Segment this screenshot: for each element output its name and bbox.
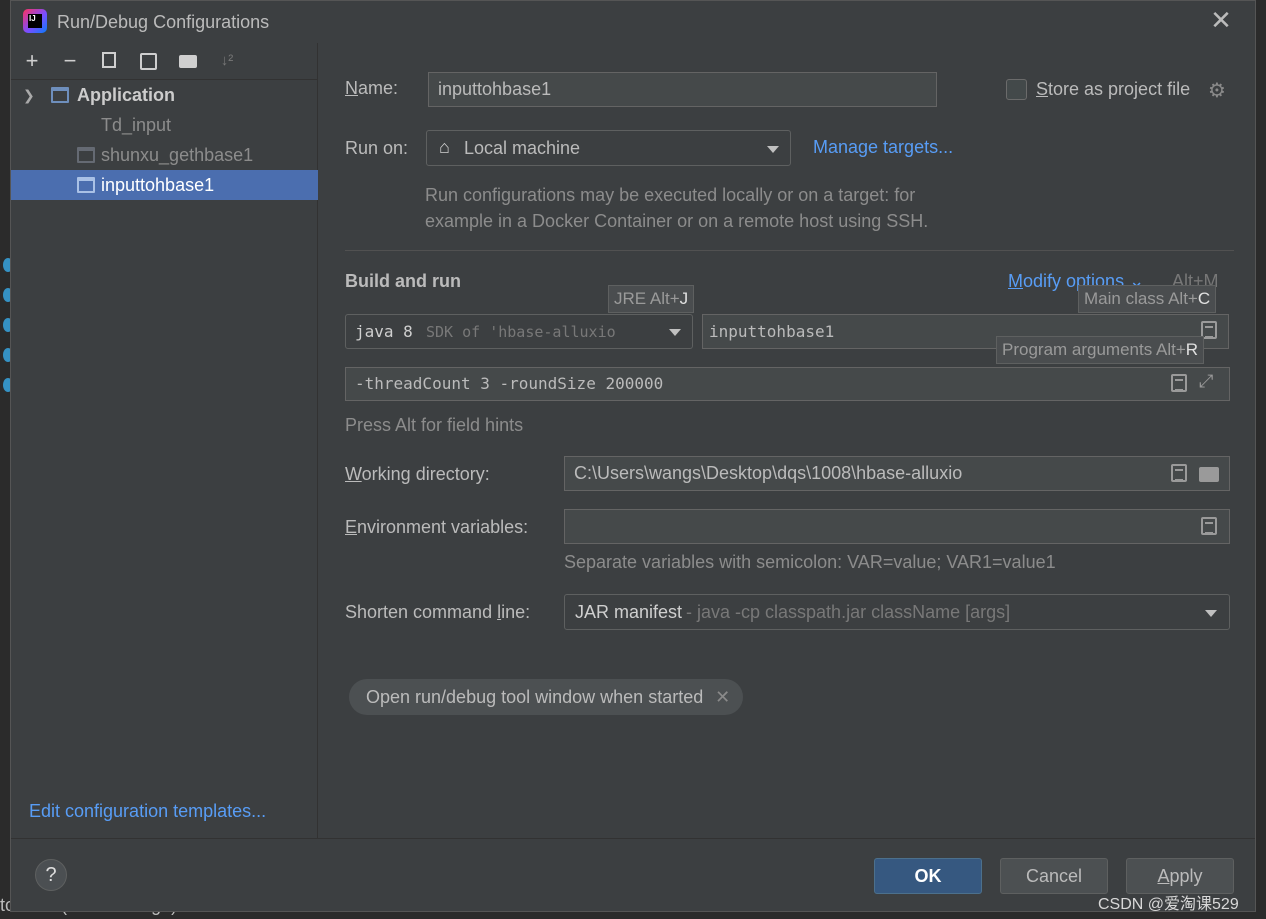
section-divider bbox=[345, 250, 1234, 251]
tree-item-inputtohbase1[interactable]: inputtohbase1 bbox=[11, 170, 318, 200]
open-tool-window-chip[interactable]: Open run/debug tool window when started … bbox=[349, 679, 744, 715]
ok-button[interactable]: OK bbox=[874, 858, 982, 894]
chevron-down-icon bbox=[767, 146, 779, 153]
tree-item-td-input[interactable]: Td_input bbox=[11, 110, 318, 140]
bottom-divider bbox=[11, 838, 1255, 839]
tree-group-application[interactable]: ❯ Application bbox=[11, 80, 318, 110]
folder-icon bbox=[179, 55, 197, 68]
tree-item-label: Td_input bbox=[101, 115, 172, 135]
dialog-titlebar: IJ Run/Debug Configurations ✕ bbox=[11, 1, 1255, 43]
run-on-hint-line1: Run configurations may be executed local… bbox=[425, 185, 916, 205]
press-alt-hint: Press Alt for field hints bbox=[345, 415, 524, 435]
cancel-button[interactable]: Cancel bbox=[1000, 858, 1108, 894]
run-on-select[interactable]: ⌂ Local machine bbox=[426, 130, 791, 166]
tree-item-shunxu-gethbase1[interactable]: shunxu_gethbase1 bbox=[11, 140, 318, 170]
tree-item-label: inputtohbase1 bbox=[101, 175, 215, 195]
folder-icon[interactable] bbox=[1199, 467, 1219, 482]
env-vars-hint: Separate variables with semicolon: VAR=v… bbox=[564, 552, 1056, 572]
shorten-value: JAR manifest bbox=[575, 602, 683, 622]
working-directory-label: Working directory: bbox=[345, 464, 490, 484]
environment-variables-field[interactable] bbox=[564, 509, 1230, 544]
application-icon bbox=[51, 87, 69, 103]
application-icon bbox=[77, 147, 95, 163]
chip-label: Open run/debug tool window when started bbox=[366, 687, 704, 707]
shorten-command-line-label: Shorten command line: bbox=[345, 602, 531, 622]
help-button[interactable]: ? bbox=[35, 859, 67, 891]
remove-configuration-button[interactable]: − bbox=[57, 49, 83, 73]
environment-variables-label: Environment variables: bbox=[345, 517, 529, 537]
build-and-run-title: Build and run bbox=[345, 271, 461, 291]
edit-arguments-icon[interactable] bbox=[1171, 374, 1187, 392]
sort-button[interactable]: ↓² bbox=[214, 49, 240, 73]
chevron-down-icon: ❯ bbox=[23, 87, 35, 103]
home-icon: ⌂ bbox=[439, 137, 450, 157]
save-icon bbox=[140, 53, 157, 70]
jre-detail: SDK of 'hbase-alluxio bbox=[426, 323, 616, 341]
jre-select[interactable]: java 8 SDK of 'hbase-alluxio bbox=[345, 314, 693, 349]
edit-env-vars-icon[interactable] bbox=[1201, 517, 1217, 535]
chevron-down-icon bbox=[1205, 610, 1217, 617]
chevron-down-icon bbox=[669, 329, 681, 336]
run-debug-dialog: IJ Run/Debug Configurations ✕ + − ↓² ❯ A… bbox=[10, 0, 1256, 912]
dialog-title: Run/Debug Configurations bbox=[57, 12, 270, 32]
gear-icon[interactable]: ⚙ bbox=[1208, 78, 1226, 103]
apply-button[interactable]: Apply bbox=[1126, 858, 1234, 894]
add-configuration-button[interactable]: + bbox=[19, 49, 45, 73]
tree-item-label: shunxu_gethbase1 bbox=[101, 145, 254, 165]
jre-hint-tooltip: JRE Alt+J bbox=[608, 285, 695, 313]
application-icon bbox=[77, 177, 95, 193]
shorten-command-line-select[interactable]: JAR manifest - java -cp classpath.jar cl… bbox=[564, 594, 1230, 630]
intellij-logo-icon: IJ bbox=[23, 9, 47, 33]
tree-group-label: Application bbox=[77, 85, 175, 105]
save-configuration-button[interactable] bbox=[136, 49, 162, 73]
watermark-text: CSDN @爱淘课529 bbox=[1098, 896, 1239, 913]
copy-icon bbox=[102, 52, 116, 68]
run-on-hint-line2: example in a Docker Container or on a re… bbox=[425, 211, 929, 231]
configurations-panel: + − ↓² ❯ Application Td_input shunxu_get… bbox=[11, 43, 318, 838]
expand-icon[interactable]: ⤢ bbox=[1199, 371, 1213, 392]
name-field[interactable]: inputtohbase1 bbox=[428, 72, 937, 107]
shorten-detail: - java -cp classpath.jar className [args… bbox=[686, 602, 1011, 622]
program-arguments-hint-tooltip: Program arguments Alt+R bbox=[996, 336, 1205, 364]
background-ide-right-strip bbox=[1256, 0, 1266, 919]
jre-value: java 8 bbox=[355, 322, 413, 341]
working-directory-field[interactable]: C:\Users\wangs\Desktop\dqs\1008\hbase-al… bbox=[564, 456, 1230, 491]
insert-macro-icon[interactable] bbox=[1171, 464, 1187, 482]
store-as-project-file-label[interactable]: Store as project file bbox=[1036, 79, 1190, 100]
main-class-hint-tooltip: Main class Alt+C bbox=[1078, 285, 1217, 313]
close-icon[interactable]: ✕ bbox=[715, 679, 730, 715]
run-on-label: Run on: bbox=[345, 138, 409, 158]
run-on-value: Local machine bbox=[464, 138, 581, 158]
new-folder-button[interactable] bbox=[176, 49, 202, 73]
name-label: Name: bbox=[345, 78, 399, 98]
copy-configuration-button[interactable] bbox=[97, 49, 123, 73]
close-icon[interactable]: ✕ bbox=[1209, 7, 1233, 33]
store-as-project-file-checkbox[interactable] bbox=[1006, 79, 1027, 100]
edit-templates-link[interactable]: Edit configuration templates... bbox=[29, 801, 266, 822]
manage-targets-link[interactable]: Manage targets... bbox=[813, 137, 953, 158]
program-arguments-field[interactable]: -threadCount 3 -roundSize 200000 bbox=[345, 367, 1230, 401]
